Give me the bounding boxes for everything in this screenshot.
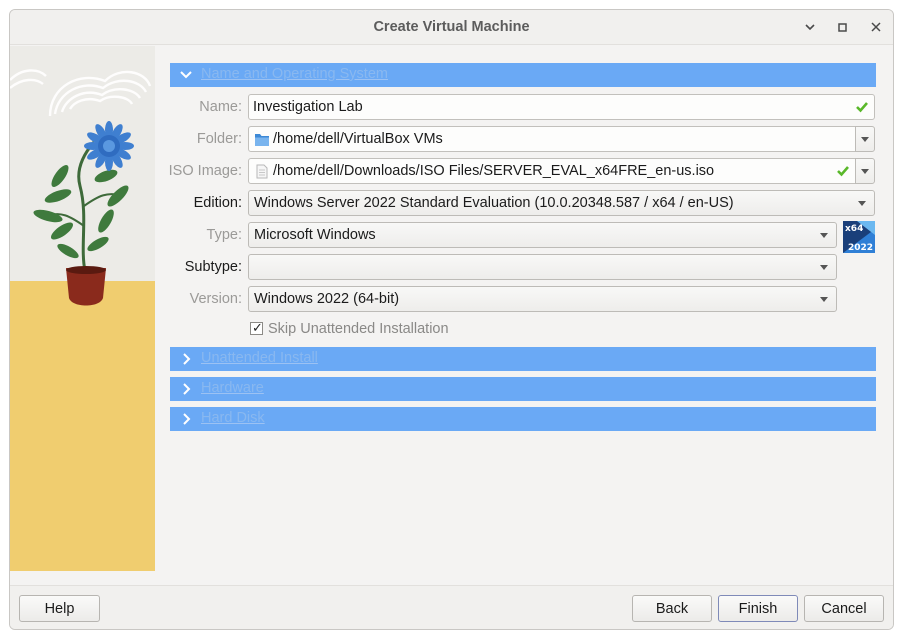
folder-icon [255,134,269,146]
minimize-button[interactable] [801,18,819,36]
finish-button[interactable]: Finish [718,595,798,622]
version-label: Version: [189,291,242,307]
dropdown-arrow-icon [861,169,869,174]
section-name-os-header[interactable]: Name and Operating System [170,63,876,87]
section-unattended-header[interactable]: Unattended Install [170,347,876,371]
name-label: Name: [199,99,242,115]
help-button[interactable]: Help [19,595,100,622]
chevron-down-icon [180,71,192,79]
name-field[interactable]: Investigation Lab [248,94,875,120]
subtype-label: Subtype: [184,259,242,275]
title-bar: Create Virtual Machine [10,10,893,45]
folder-dropdown-button[interactable] [855,126,875,152]
section-hardware-header[interactable]: Hardware [170,377,876,401]
os-badge-year: 2022 [848,243,873,253]
iso-image-label: ISO Image: [168,163,242,179]
iso-image-field[interactable]: /home/dell/Downloads/ISO Files/SERVER_EV… [248,158,856,184]
windows-2022-os-icon: x64 2022 [843,221,875,253]
wizard-side-illustration [10,46,155,571]
name-value: Investigation Lab [253,99,363,115]
window-title: Create Virtual Machine [373,19,530,35]
folder-value: /home/dell/VirtualBox VMs [273,131,443,147]
close-icon [871,22,881,32]
chevron-right-icon [183,413,191,425]
os-badge-arch: x64 [845,224,863,234]
type-select[interactable]: Microsoft Windows [248,222,837,248]
edition-select[interactable]: Windows Server 2022 Standard Evaluation … [248,190,875,216]
type-label: Type: [206,227,242,243]
type-value: Microsoft Windows [254,227,376,243]
section-hardware-label: Hardware [201,380,264,396]
section-hard-disk-header[interactable]: Hard Disk [170,407,876,431]
cancel-button[interactable]: Cancel [804,595,884,622]
version-select[interactable]: Windows 2022 (64-bit) [248,286,837,312]
subtype-select[interactable] [248,254,837,280]
folder-field[interactable]: /home/dell/VirtualBox VMs [248,126,856,152]
edition-value: Windows Server 2022 Standard Evaluation … [254,195,734,211]
skip-unattended-checkbox[interactable]: ✓ [250,320,263,335]
skip-unattended-label[interactable]: Skip Unattended Installation [268,321,449,337]
checkmark-icon: ✓ [252,320,263,335]
back-button[interactable]: Back [632,595,712,622]
flower-pot-illustration [10,46,155,571]
section-unattended-label: Unattended Install [201,350,318,366]
minimize-icon [805,24,815,31]
chevron-right-icon [183,383,191,395]
valid-check-icon [837,166,849,177]
edition-label: Edition: [193,195,242,211]
close-button[interactable] [867,18,885,36]
maximize-icon [837,22,847,32]
section-hard-disk-label: Hard Disk [201,410,265,426]
chevron-right-icon [183,353,191,365]
iso-image-dropdown-button[interactable] [855,158,875,184]
version-value: Windows 2022 (64-bit) [254,291,400,307]
valid-check-icon [856,102,868,113]
maximize-button[interactable] [833,18,851,36]
section-name-os-label: Name and Operating System [201,66,388,82]
file-icon [256,164,268,179]
dropdown-arrow-icon [820,265,828,270]
dropdown-arrow-icon [820,297,828,302]
folder-label: Folder: [196,131,242,147]
iso-image-value: /home/dell/Downloads/ISO Files/SERVER_EV… [273,163,715,179]
dropdown-arrow-icon [820,233,828,238]
dropdown-arrow-icon [858,201,866,206]
dropdown-arrow-icon [861,137,869,142]
create-vm-dialog: Create Virtual Machine Name and Operatin… [9,9,894,630]
